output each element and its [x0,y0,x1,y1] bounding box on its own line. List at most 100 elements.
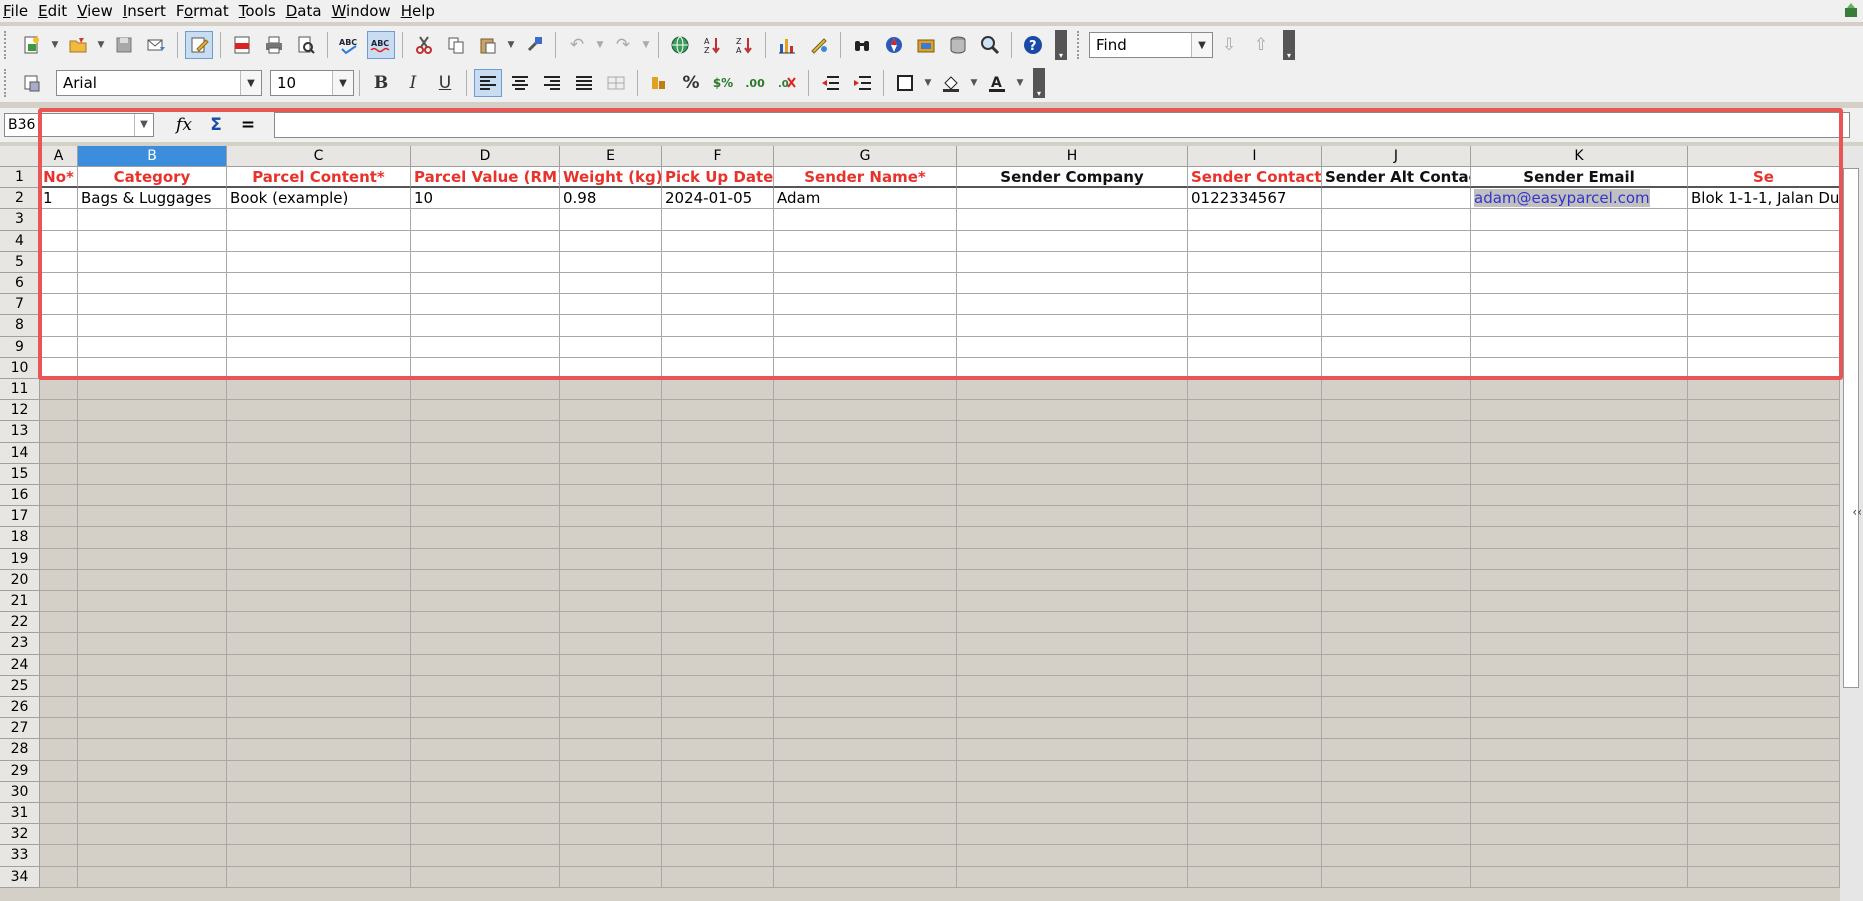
empty-cell[interactable] [411,485,560,507]
empty-cell[interactable] [560,273,662,295]
empty-cell[interactable] [1188,485,1322,507]
empty-cell[interactable] [78,379,227,401]
empty-cell[interactable] [1471,442,1688,464]
font-color-dropdown-icon[interactable]: ▼ [1013,69,1027,97]
empty-cell[interactable] [662,739,774,761]
empty-cell[interactable] [411,400,560,422]
row-header[interactable]: 15 [0,463,40,485]
decrease-indent-icon[interactable] [816,69,844,97]
empty-cell[interactable] [78,824,227,846]
empty-cell[interactable] [1188,781,1322,803]
empty-cell[interactable] [560,421,662,443]
empty-cell[interactable] [40,633,78,655]
empty-cell[interactable] [560,527,662,549]
empty-cell[interactable] [78,357,227,379]
menu-insert[interactable]: Insert [120,2,173,20]
font-color-icon[interactable]: A [983,69,1011,97]
empty-cell[interactable] [957,421,1188,443]
empty-cell[interactable] [78,675,227,697]
empty-cell[interactable] [227,400,411,422]
empty-cell[interactable] [774,803,957,825]
empty-cell[interactable] [1322,230,1471,252]
new-dropdown-icon[interactable]: ▼ [48,31,62,59]
empty-cell[interactable] [560,379,662,401]
empty-cell[interactable] [1471,209,1688,231]
empty-cell[interactable] [1322,294,1471,316]
empty-cell[interactable] [1322,273,1471,295]
empty-cell[interactable] [774,760,957,782]
empty-cell[interactable] [957,379,1188,401]
empty-cell[interactable] [1322,866,1471,888]
empty-cell[interactable] [40,845,78,867]
empty-cell[interactable] [1322,209,1471,231]
empty-cell[interactable] [1471,379,1688,401]
empty-cell[interactable] [78,485,227,507]
empty-cell[interactable] [957,209,1188,231]
empty-cell[interactable] [662,294,774,316]
empty-cell[interactable] [227,718,411,740]
redo-icon[interactable]: ↷ [609,31,637,59]
empty-cell[interactable] [662,315,774,337]
open-folder-icon[interactable] [64,31,92,59]
empty-cell[interactable] [1688,379,1840,401]
empty-cell[interactable] [957,527,1188,549]
empty-cell[interactable] [1188,527,1322,549]
data-cell[interactable]: Book (example) [227,188,411,210]
paste-icon[interactable] [474,31,502,59]
open-dropdown-icon[interactable]: ▼ [94,31,108,59]
empty-cell[interactable] [78,845,227,867]
empty-cell[interactable] [957,294,1188,316]
empty-cell[interactable] [78,569,227,591]
empty-cell[interactable] [1322,463,1471,485]
empty-cell[interactable] [227,294,411,316]
empty-cell[interactable] [411,845,560,867]
empty-cell[interactable] [1188,251,1322,273]
empty-cell[interactable] [411,718,560,740]
empty-cell[interactable] [560,781,662,803]
empty-cell[interactable] [662,781,774,803]
empty-cell[interactable] [1471,760,1688,782]
print-icon[interactable] [260,31,288,59]
column-header-next[interactable] [1688,146,1840,167]
empty-cell[interactable] [1322,506,1471,528]
empty-cell[interactable] [774,336,957,358]
empty-cell[interactable] [662,379,774,401]
background-color-dropdown-icon[interactable]: ▼ [967,69,981,97]
empty-cell[interactable] [560,845,662,867]
empty-cell[interactable] [1471,273,1688,295]
column-header-k[interactable]: K [1471,146,1688,167]
empty-cell[interactable] [227,697,411,719]
empty-cell[interactable] [1471,718,1688,740]
empty-cell[interactable] [227,760,411,782]
empty-cell[interactable] [40,442,78,464]
empty-cell[interactable] [774,824,957,846]
scrollbar-thumb[interactable] [1843,168,1859,688]
empty-cell[interactable] [774,781,957,803]
empty-cell[interactable] [40,251,78,273]
empty-cell[interactable] [40,209,78,231]
empty-cell[interactable] [411,591,560,613]
empty-cell[interactable] [78,527,227,549]
empty-cell[interactable] [1322,803,1471,825]
empty-cell[interactable] [78,633,227,655]
empty-cell[interactable] [1322,781,1471,803]
empty-cell[interactable] [560,760,662,782]
empty-cell[interactable] [1688,591,1840,613]
row-header[interactable]: 29 [0,760,40,782]
formula-input[interactable] [274,112,1850,138]
empty-cell[interactable] [411,230,560,252]
row-header[interactable]: 5 [0,251,40,273]
empty-cell[interactable] [78,400,227,422]
empty-cell[interactable] [560,675,662,697]
empty-cell[interactable] [774,845,957,867]
empty-cell[interactable] [774,463,957,485]
empty-cell[interactable] [1471,485,1688,507]
empty-cell[interactable] [40,760,78,782]
column-header-j[interactable]: J [1322,146,1471,167]
empty-cell[interactable] [411,866,560,888]
underline-icon[interactable]: U [431,69,459,97]
row-header[interactable]: 9 [0,336,40,358]
empty-cell[interactable] [78,230,227,252]
empty-cell[interactable] [560,718,662,740]
empty-cell[interactable] [662,845,774,867]
